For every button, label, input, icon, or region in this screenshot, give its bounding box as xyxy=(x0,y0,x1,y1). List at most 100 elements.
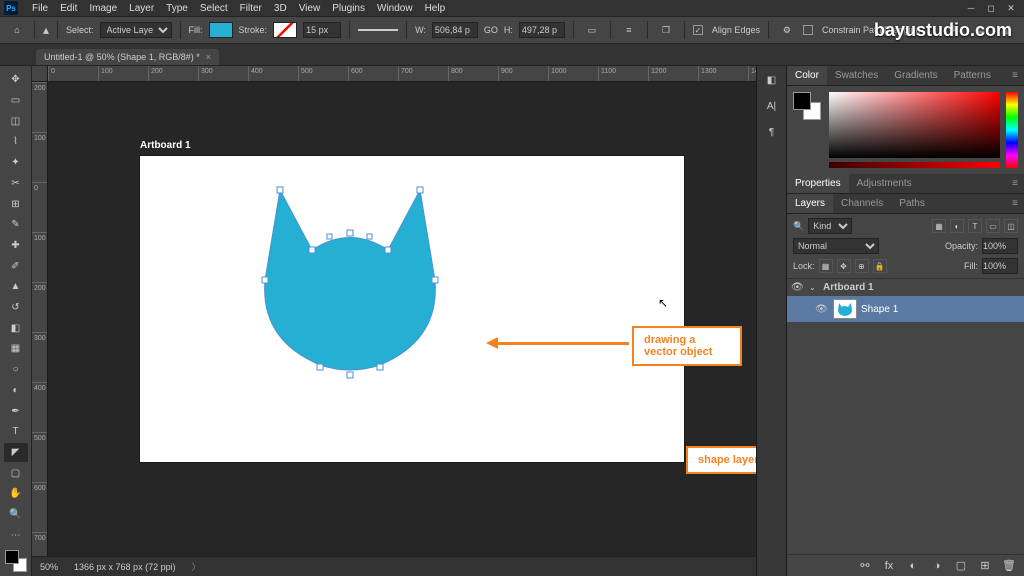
healing-tool[interactable]: ✚ xyxy=(4,236,28,256)
layer-artboard[interactable]: 👁 ⌄ Artboard 1 xyxy=(787,279,1024,296)
dodge-tool[interactable]: ◐ xyxy=(4,381,28,401)
tab-properties[interactable]: Properties xyxy=(787,174,849,193)
filter-shape-icon[interactable]: ▭ xyxy=(986,219,1000,233)
layers-panel-menu-icon[interactable]: ≡ xyxy=(1006,194,1024,213)
artboard-tool[interactable]: ▭ xyxy=(4,91,28,111)
brush-tool[interactable]: ✐ xyxy=(4,256,28,276)
menu-file[interactable]: File xyxy=(26,3,54,14)
menu-filter[interactable]: Filter xyxy=(234,3,268,14)
color-fg-bg[interactable] xyxy=(5,550,27,572)
para-panel-icon[interactable]: ¶ xyxy=(759,120,785,144)
menu-view[interactable]: View xyxy=(293,3,327,14)
lasso-tool[interactable]: ⌇ xyxy=(4,132,28,152)
arrow-tool-icon[interactable]: ▴ xyxy=(43,23,49,37)
constrain-checkbox[interactable] xyxy=(803,25,813,35)
hue-strip[interactable] xyxy=(1006,92,1018,168)
move-tool[interactable]: ✥ xyxy=(4,70,28,90)
edit-toolbar[interactable]: ⋯ xyxy=(4,525,28,545)
hand-tool[interactable]: ✋ xyxy=(4,484,28,504)
artboard-label[interactable]: Artboard 1 xyxy=(140,140,191,151)
gradient-tool[interactable]: ▦ xyxy=(4,339,28,359)
eraser-tool[interactable]: ◧ xyxy=(4,318,28,338)
visibility-icon[interactable]: 👁 xyxy=(791,282,805,293)
filter-adjust-icon[interactable]: ◐ xyxy=(950,219,964,233)
menu-plugins[interactable]: Plugins xyxy=(326,3,371,14)
expand-icon[interactable]: ⌄ xyxy=(809,283,819,292)
type-tool[interactable]: T xyxy=(4,422,28,442)
tab-swatches[interactable]: Swatches xyxy=(827,66,886,85)
history-brush-tool[interactable]: ↺ xyxy=(4,298,28,318)
home-icon[interactable]: ⌂ xyxy=(8,21,26,39)
artboard[interactable]: ↖ drawing a vector object shape layer xyxy=(140,156,684,462)
opacity-input[interactable] xyxy=(982,238,1018,254)
lock-artboard-icon[interactable]: ⊕ xyxy=(855,259,869,273)
delete-layer-icon[interactable]: 🗑 xyxy=(1002,559,1016,572)
path-select-tool[interactable]: ◤ xyxy=(4,443,28,463)
close-tab-icon[interactable]: × xyxy=(206,52,211,62)
stamp-tool[interactable]: ▲ xyxy=(4,277,28,297)
maximize-button[interactable]: ◻ xyxy=(982,1,1000,15)
filter-pixel-icon[interactable]: ▦ xyxy=(932,219,946,233)
frame-tool[interactable]: ⊞ xyxy=(4,194,28,214)
lock-all-icon[interactable]: 🔒 xyxy=(873,259,887,273)
tab-adjustments[interactable]: Adjustments xyxy=(849,174,920,193)
menu-type[interactable]: Type xyxy=(160,3,194,14)
arrange-icon[interactable]: ❐ xyxy=(656,22,676,38)
menu-help[interactable]: Help xyxy=(419,3,452,14)
link-wh-icon[interactable]: GO xyxy=(484,25,498,35)
layer-thumbnail[interactable] xyxy=(833,299,857,319)
group-icon[interactable]: ▢ xyxy=(954,559,968,572)
vector-shape[interactable] xyxy=(240,170,460,380)
visibility-icon[interactable]: 👁 xyxy=(815,304,829,315)
menu-layer[interactable]: Layer xyxy=(123,3,160,14)
align-edges-checkbox[interactable]: ✓ xyxy=(693,25,703,35)
gear-icon[interactable]: ⚙ xyxy=(777,22,797,38)
canvas-area[interactable]: 0100200300400500600700800900100011001200… xyxy=(32,66,756,576)
fx-icon[interactable]: fx xyxy=(882,560,896,572)
tab-color[interactable]: Color xyxy=(787,66,827,85)
new-layer-icon[interactable]: ⊞ xyxy=(978,559,992,572)
blend-mode-dropdown[interactable]: Normal xyxy=(793,238,879,254)
history-panel-icon[interactable]: ◧ xyxy=(759,68,785,92)
mask-icon[interactable]: ◐ xyxy=(906,560,920,572)
stroke-swatch[interactable] xyxy=(273,22,297,38)
tab-patterns[interactable]: Patterns xyxy=(946,66,999,85)
menu-window[interactable]: Window xyxy=(371,3,419,14)
color-field[interactable] xyxy=(829,92,1000,158)
crop-tool[interactable]: ✂ xyxy=(4,174,28,194)
height-input[interactable] xyxy=(519,22,565,38)
tab-paths[interactable]: Paths xyxy=(891,194,933,213)
tab-layers[interactable]: Layers xyxy=(787,194,833,213)
align-icon[interactable]: ≡ xyxy=(619,22,639,38)
tab-channels[interactable]: Channels xyxy=(833,194,891,213)
select-mode-dropdown[interactable]: Active Layers xyxy=(100,22,172,38)
stroke-width-input[interactable] xyxy=(303,22,341,38)
pen-tool[interactable]: ✒ xyxy=(4,401,28,421)
document-tab[interactable]: Untitled-1 @ 50% (Shape 1, RGB/8#) * × xyxy=(36,49,219,65)
adjustment-icon[interactable]: ◑ xyxy=(930,560,944,572)
zoom-tool[interactable]: 🔍 xyxy=(4,505,28,525)
path-ops-icon[interactable]: ▭ xyxy=(582,22,602,38)
char-panel-icon[interactable]: A| xyxy=(759,94,785,118)
blur-tool[interactable]: ○ xyxy=(4,360,28,380)
filter-type-icon[interactable]: T xyxy=(968,219,982,233)
wand-tool[interactable]: ✦ xyxy=(4,153,28,173)
width-input[interactable] xyxy=(432,22,478,38)
minimize-button[interactable]: ─ xyxy=(962,1,980,15)
menu-edit[interactable]: Edit xyxy=(54,3,83,14)
stroke-style-preview[interactable] xyxy=(358,29,398,31)
menu-3d[interactable]: 3D xyxy=(268,3,293,14)
fill-swatch[interactable] xyxy=(209,22,233,38)
marquee-tool[interactable]: ◫ xyxy=(4,111,28,131)
layer-kind-dropdown[interactable]: Kind xyxy=(808,218,852,234)
lock-pixels-icon[interactable]: ▦ xyxy=(819,259,833,273)
zoom-level[interactable]: 50% xyxy=(40,562,58,572)
eyedropper-tool[interactable]: ✎ xyxy=(4,215,28,235)
filter-smart-icon[interactable]: ◫ xyxy=(1004,219,1018,233)
lock-position-icon[interactable]: ✥ xyxy=(837,259,851,273)
fill-opacity-input[interactable] xyxy=(982,258,1018,274)
menu-select[interactable]: Select xyxy=(194,3,234,14)
color-slider[interactable] xyxy=(829,162,1000,168)
tab-gradients[interactable]: Gradients xyxy=(886,66,945,85)
layer-shape[interactable]: 👁 Shape 1 xyxy=(787,296,1024,322)
